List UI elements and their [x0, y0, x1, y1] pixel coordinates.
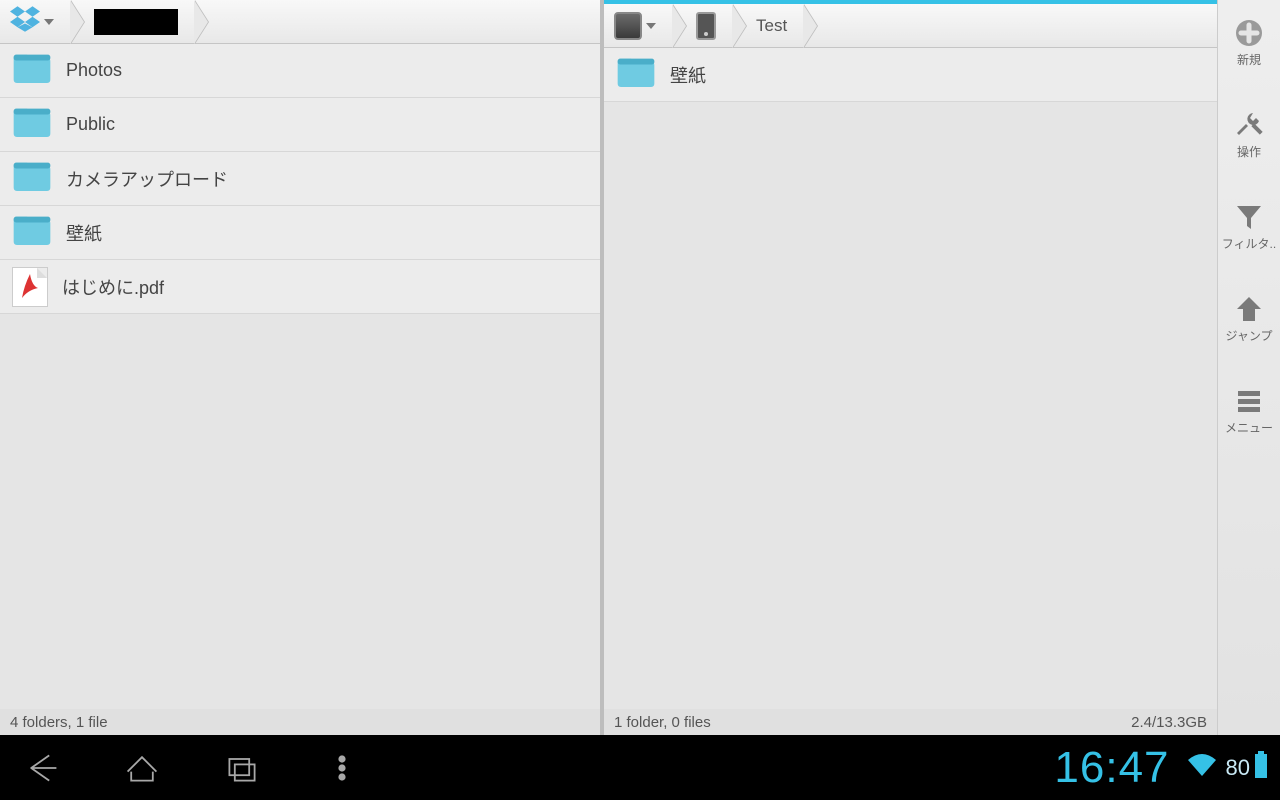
- up-icon: [1234, 294, 1264, 324]
- home-button[interactable]: [122, 748, 162, 788]
- folder-icon: [616, 55, 656, 94]
- left-file-list: Photos Public カメラアップロード 壁紙 はじめに.pdf: [0, 44, 600, 709]
- left-pane: Photos Public カメラアップロード 壁紙 はじめに.pdf 4 fo…: [0, 0, 604, 735]
- right-status-bar: 1 folder, 0 files 2.4/13.3GB: [604, 709, 1217, 735]
- funnel-icon: [1234, 202, 1264, 232]
- breadcrumb-label: Test: [756, 16, 787, 36]
- left-status-text: 4 folders, 1 file: [10, 714, 108, 731]
- menu-icon: [1234, 386, 1264, 416]
- breadcrumb-device-root[interactable]: [604, 4, 672, 47]
- back-button[interactable]: [22, 748, 62, 788]
- right-pane: Test 壁紙 1 folder, 0 files 2.4/13.3GB: [604, 0, 1217, 735]
- tablet-icon: [696, 12, 716, 40]
- tool-menu[interactable]: メニュー: [1218, 386, 1280, 434]
- folder-row[interactable]: 壁紙: [604, 48, 1217, 102]
- tool-jump[interactable]: ジャンプ: [1218, 294, 1280, 342]
- folder-row[interactable]: Public: [0, 98, 600, 152]
- breadcrumb-folder[interactable]: Test: [732, 4, 803, 47]
- tool-action[interactable]: 操作: [1218, 110, 1280, 158]
- left-breadcrumb: [0, 0, 600, 44]
- storage-text: 2.4/13.3GB: [1131, 714, 1207, 731]
- tool-sidebar: 新規 操作 フィルタ.. ジャンプ メニュー: [1217, 0, 1280, 735]
- clock: 16:47: [1054, 743, 1169, 793]
- battery-level: 80: [1226, 755, 1250, 781]
- system-navbar: 16:47 80: [0, 735, 1280, 800]
- item-label: Photos: [66, 60, 122, 81]
- tool-new[interactable]: 新規: [1218, 18, 1280, 66]
- redacted-label: [94, 9, 178, 35]
- chevron-down-icon: [646, 23, 656, 29]
- tools-icon: [1234, 110, 1264, 140]
- file-row[interactable]: はじめに.pdf: [0, 260, 600, 314]
- folder-icon: [12, 213, 52, 252]
- item-label: 壁紙: [66, 220, 102, 246]
- folder-icon: [12, 51, 52, 90]
- tool-label: メニュー: [1225, 422, 1273, 434]
- item-label: Public: [66, 114, 115, 135]
- plus-icon: [1234, 18, 1264, 48]
- breadcrumb-device[interactable]: [672, 4, 732, 47]
- folder-icon: [12, 105, 52, 144]
- chevron-down-icon: [44, 19, 54, 25]
- item-label: カメラアップロード: [66, 166, 228, 192]
- battery-icon: [1254, 751, 1268, 784]
- recent-apps-button[interactable]: [222, 748, 262, 788]
- folder-row[interactable]: 壁紙: [0, 206, 600, 260]
- right-status-text: 1 folder, 0 files: [614, 714, 711, 731]
- tool-filter[interactable]: フィルタ..: [1218, 202, 1280, 250]
- left-status-bar: 4 folders, 1 file: [0, 709, 600, 735]
- dropbox-icon: [10, 6, 40, 37]
- right-file-list: 壁紙: [604, 48, 1217, 709]
- folder-row[interactable]: Photos: [0, 44, 600, 98]
- folder-icon: [12, 159, 52, 198]
- breadcrumb-dropbox[interactable]: [0, 0, 70, 43]
- folder-row[interactable]: カメラアップロード: [0, 152, 600, 206]
- tool-label: 操作: [1237, 146, 1261, 158]
- tool-label: 新規: [1237, 54, 1261, 66]
- right-breadcrumb: Test: [604, 0, 1217, 48]
- pdf-icon: [12, 267, 48, 307]
- wifi-icon: [1186, 752, 1218, 783]
- item-label: はじめに.pdf: [62, 274, 164, 300]
- tool-label: フィルタ..: [1222, 238, 1276, 250]
- tool-label: ジャンプ: [1225, 330, 1272, 342]
- device-icon: [614, 12, 642, 40]
- breadcrumb-account[interactable]: [70, 0, 194, 43]
- item-label: 壁紙: [670, 62, 706, 88]
- overflow-menu-button[interactable]: [322, 748, 362, 788]
